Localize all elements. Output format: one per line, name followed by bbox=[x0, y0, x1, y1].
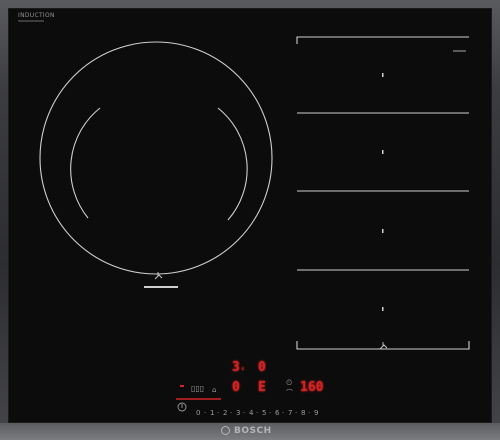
slider-label[interactable]: · bbox=[243, 409, 245, 417]
slider-label[interactable]: 3 bbox=[236, 409, 240, 417]
pan-symbol-icon[interactable]: ⌒ bbox=[286, 388, 293, 398]
cooktop-frame: INDUCTION 3 ↓ 0 0 E 160 ▯▯▯ ⌂ ⏲ ⌒ 0 · 1 … bbox=[0, 0, 500, 440]
led-upper-right: 0 bbox=[258, 360, 266, 375]
slider-label[interactable]: · bbox=[217, 409, 219, 417]
flex-pan-icon bbox=[379, 342, 388, 350]
slider-label[interactable]: 4 bbox=[249, 409, 253, 417]
pan-icon bbox=[154, 272, 163, 280]
led-lower-left: 0 bbox=[232, 380, 240, 395]
flex-zone-lines bbox=[296, 36, 470, 350]
flex-zone-4-mark[interactable] bbox=[382, 307, 384, 311]
slider-label[interactable]: · bbox=[282, 409, 284, 417]
flex-zone-center-marks bbox=[382, 73, 384, 311]
slider-label[interactable]: · bbox=[204, 409, 206, 417]
slider-label[interactable]: 6 bbox=[275, 409, 279, 417]
large-zone-inner-arc-left bbox=[70, 107, 101, 219]
slider-label[interactable]: 1 bbox=[210, 409, 214, 417]
glass-surface: INDUCTION 3 ↓ 0 0 E 160 ▯▯▯ ⌂ ⏲ ⌒ 0 · 1 … bbox=[8, 8, 492, 423]
brand-name: BOSCH bbox=[234, 426, 272, 436]
clock-icon[interactable]: ⏲ bbox=[286, 378, 292, 388]
slider-label[interactable]: 0 bbox=[196, 409, 200, 417]
slider-label[interactable]: 5 bbox=[262, 409, 266, 417]
slider-label[interactable]: 8 bbox=[301, 409, 305, 417]
slider-label[interactable]: · bbox=[256, 409, 258, 417]
slider-label[interactable]: · bbox=[295, 409, 297, 417]
slider-label[interactable]: · bbox=[269, 409, 271, 417]
slider-label[interactable]: 2 bbox=[223, 409, 227, 417]
led-lower-right: E bbox=[258, 380, 266, 395]
slider-label[interactable]: 9 bbox=[314, 409, 318, 417]
lock-icon[interactable]: ⌂ bbox=[212, 386, 216, 394]
zones-graphic bbox=[39, 36, 470, 412]
slider-label[interactable]: 7 bbox=[288, 409, 292, 417]
timer-display: 160 bbox=[300, 380, 324, 395]
led-upper-left: 3 bbox=[232, 360, 240, 375]
large-zone-outer-ring[interactable] bbox=[39, 41, 273, 275]
flex-zone-1-mark[interactable] bbox=[382, 73, 384, 77]
flex-zone-3-mark[interactable] bbox=[382, 229, 384, 233]
led-upper-left-suffix: ↓ bbox=[241, 365, 245, 372]
slider-label[interactable]: · bbox=[230, 409, 232, 417]
slider-label[interactable]: · bbox=[308, 409, 310, 417]
flex-zone-2-mark[interactable] bbox=[382, 150, 384, 154]
red-indicator-icon bbox=[180, 385, 184, 387]
bosch-logo-icon bbox=[221, 426, 230, 435]
large-zone-inner-arc-right bbox=[217, 107, 248, 221]
boost-icon[interactable]: ▯▯▯ bbox=[191, 384, 204, 393]
